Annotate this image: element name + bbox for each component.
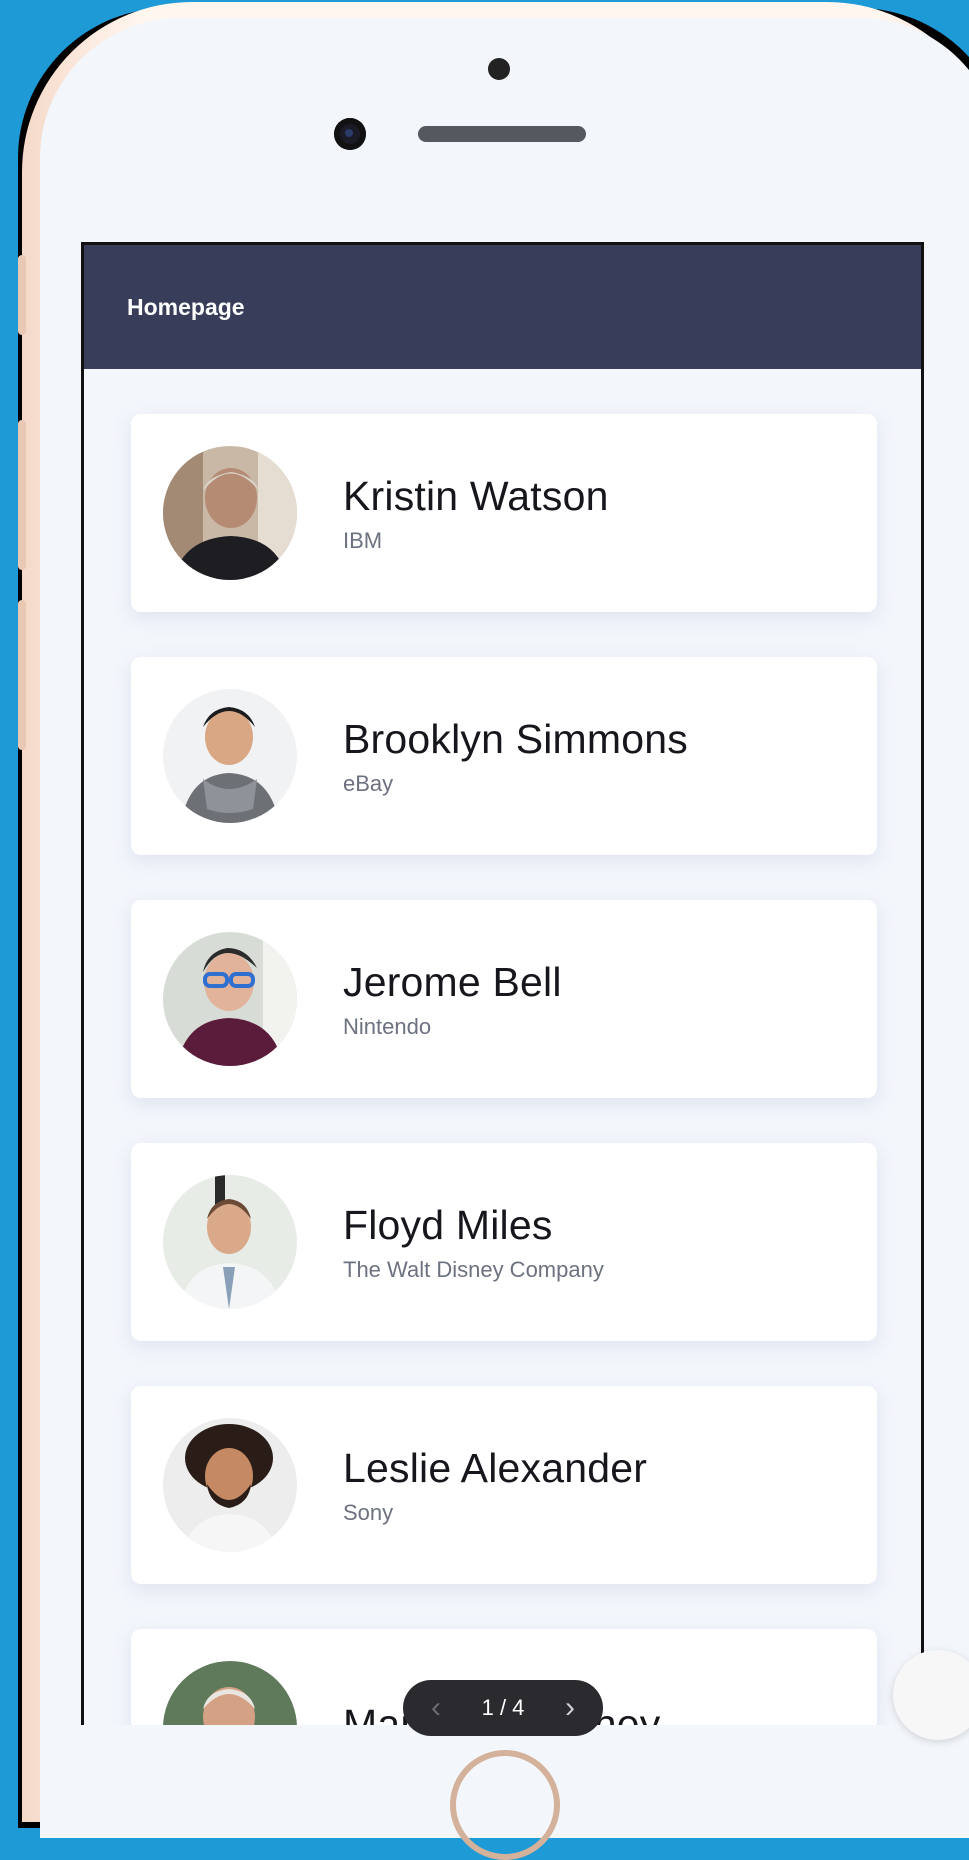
avatar (163, 446, 297, 580)
home-button[interactable] (450, 1750, 560, 1860)
contact-card[interactable]: Floyd Miles The Walt Disney Company (131, 1143, 877, 1341)
chevron-left-icon[interactable]: ‹ (423, 1693, 449, 1723)
contact-company: Nintendo (343, 1014, 432, 1039)
contact-company: Sony (343, 1500, 394, 1525)
page-title: Homepage (127, 293, 245, 320)
contact-info: Brooklyn Simmons eBay (343, 715, 688, 797)
contact-info: Jerome Bell Nintendo (343, 958, 562, 1040)
contact-info: Floyd Miles The Walt Disney Company (343, 1201, 604, 1283)
contact-company: IBM (343, 528, 383, 553)
contact-info: Leslie Alexander Sony (343, 1444, 647, 1526)
volume-down-button (18, 600, 26, 750)
app-header: Homepage (84, 245, 921, 369)
contact-company: The Walt Disney Company (343, 1257, 604, 1282)
contact-card[interactable]: Brooklyn Simmons eBay (131, 657, 877, 855)
contact-name: Brooklyn Simmons (343, 716, 688, 762)
mute-switch (18, 255, 26, 335)
contact-card[interactable]: Leslie Alexander Sony (131, 1386, 877, 1584)
avatar (163, 689, 297, 823)
contact-name: Leslie Alexander (343, 1445, 648, 1491)
contact-name: Kristin Watson (343, 473, 609, 519)
contact-name: Floyd Miles (343, 1202, 553, 1248)
contact-name: Jerome Bell (343, 959, 562, 1005)
contact-info: Kristin Watson IBM (343, 472, 609, 554)
contact-card[interactable]: Jerome Bell Nintendo (131, 900, 877, 1098)
page-indicator: 1 / 4 (481, 1695, 525, 1720)
proximity-sensor (488, 58, 510, 80)
chevron-right-icon[interactable]: › (557, 1693, 583, 1723)
avatar (163, 1661, 297, 1725)
volume-up-button (18, 420, 26, 570)
contact-list: Kristin Watson IBM Brooklyn Simmons eBay (84, 369, 921, 1725)
front-camera (334, 118, 366, 150)
pagination-control: ‹ 1 / 4 › (403, 1680, 603, 1736)
app-screen: Homepage Kristin Watson IBM Brooklyn Sim… (81, 242, 924, 1725)
avatar (163, 932, 297, 1066)
contact-card[interactable]: Kristin Watson IBM (131, 414, 877, 612)
avatar (163, 1175, 297, 1309)
earpiece-speaker (418, 126, 586, 142)
avatar (163, 1418, 297, 1552)
contact-company: eBay (343, 771, 394, 796)
